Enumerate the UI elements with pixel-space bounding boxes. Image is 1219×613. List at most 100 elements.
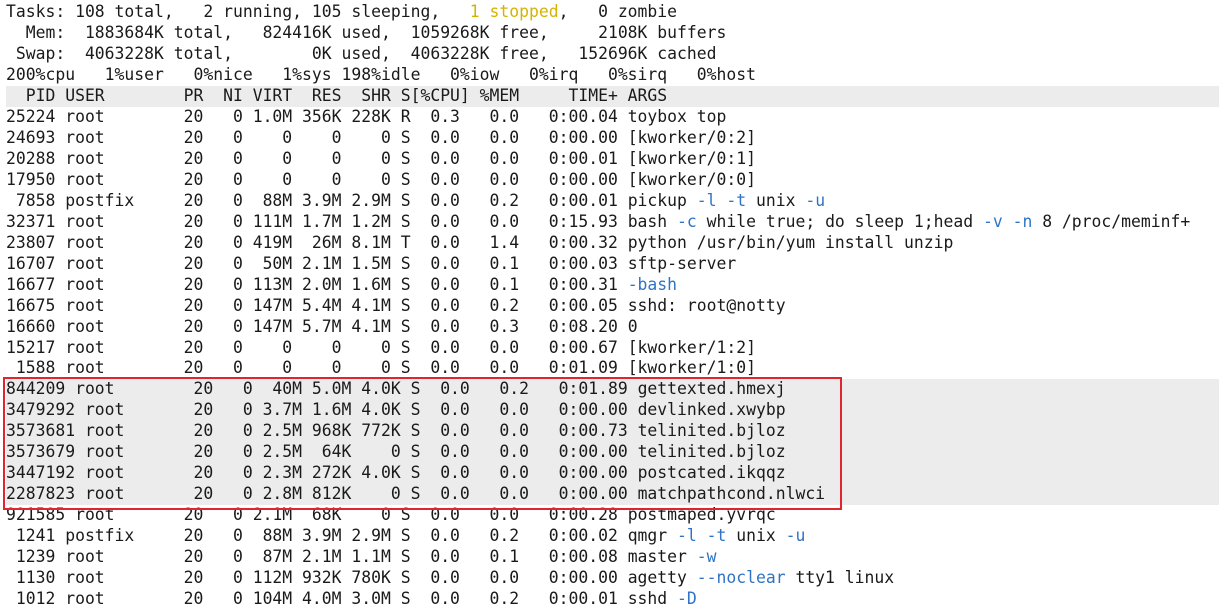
arg-option: --noclear xyxy=(696,568,786,588)
arg-text xyxy=(717,191,727,210)
arg-text: sftp-server xyxy=(627,253,737,273)
arg-text: devlinked.xwybp xyxy=(637,400,786,420)
arg-text: telinited.bjloz xyxy=(637,442,786,462)
process-row: 1588 root 20 0 0 0 0 S 0.0 0.0 0:01.09 [… xyxy=(6,358,1219,379)
arg-text: [kworker/1:0] xyxy=(627,358,756,378)
process-table-header: PID USER PR NI VIRT RES SHR S[%CPU] %MEM… xyxy=(6,85,1219,107)
process-fields: 16660 root 20 0 147M 5.7M 4.1M S 0.0 0.3… xyxy=(6,316,628,336)
arg-option: -bash xyxy=(627,274,678,294)
process-row: 3573679 root 20 0 2.5M 64K 0 S 0.0 0.0 0… xyxy=(6,442,1219,464)
cpu-summary: 200%cpu 1%user 0%nice 1%sys 198%idle 0%i… xyxy=(6,64,756,84)
process-args: toybox top xyxy=(628,107,727,126)
process-fields: 23807 root 20 0 419M 26M 8.1M T 0.0 1.4 … xyxy=(6,232,628,252)
arg-text: toybox top xyxy=(627,106,727,126)
arg-text: matchpathcond.nlwci xyxy=(637,484,826,504)
arg-text: sshd xyxy=(627,589,678,609)
process-args: pickup -l -t unix -u xyxy=(628,191,825,210)
arg-text: unix xyxy=(746,190,806,210)
arg-text xyxy=(697,526,707,545)
process-args: devlinked.xwybp xyxy=(638,400,786,419)
arg-option: -v xyxy=(982,211,1003,231)
process-args: [kworker/0:1] xyxy=(628,149,756,168)
process-args: bash -c while true; do sleep 1;head -v -… xyxy=(628,212,1191,231)
arg-option: -u xyxy=(805,190,826,210)
process-args: master -w xyxy=(628,547,717,566)
process-row: 17950 root 20 0 0 0 0 S 0.0 0.0 0:00.00 … xyxy=(6,170,1219,191)
arg-option: -n xyxy=(1012,211,1033,231)
process-args: gettexted.hmexj xyxy=(638,379,786,398)
arg-text: sshd: root@notty xyxy=(627,295,786,315)
process-fields: 16707 root 20 0 50M 2.1M 1.5M S 0.0 0.1 … xyxy=(6,253,628,273)
process-fields: 15217 root 20 0 0 0 0 S 0.0 0.0 0:00.67 xyxy=(6,337,628,357)
process-row: 3447192 root 20 0 2.3M 272K 4.0K S 0.0 0… xyxy=(6,463,1219,485)
arg-text: postmaped.yvrqc xyxy=(627,505,776,525)
swap-summary: Swap: 4063228K total, 0K used, 4063228K … xyxy=(6,43,717,63)
arg-text: while true; do sleep 1;head xyxy=(696,211,983,231)
arg-text: [kworker/0:0] xyxy=(627,169,756,189)
arg-option: -t xyxy=(706,526,727,546)
arg-option: -c xyxy=(677,211,697,231)
process-row: 1130 root 20 0 112M 932K 780K S 0.0 0.0 … xyxy=(6,568,1219,589)
arg-text: master xyxy=(627,547,697,567)
process-args: agetty --noclear tty1 linux xyxy=(628,568,894,587)
process-fields: 1241 postfix 20 0 88M 3.9M 2.9M S 0.0 0.… xyxy=(6,526,628,546)
process-args: [kworker/0:0] xyxy=(628,170,756,189)
process-row: 25224 root 20 0 1.0M 356K 228K R 0.3 0.0… xyxy=(6,107,1219,128)
process-args: postcated.ikqqz xyxy=(638,463,786,482)
arg-text: [kworker/0:1] xyxy=(627,148,756,168)
process-row: 1239 root 20 0 87M 2.1M 1.1M S 0.0 0.1 0… xyxy=(6,547,1219,568)
top-terminal: Tasks: 108 total, 2 running, 105 sleepin… xyxy=(6,2,1219,610)
arg-text: telinited.bjloz xyxy=(637,421,786,441)
process-row: 1241 postfix 20 0 88M 3.9M 2.9M S 0.0 0.… xyxy=(6,526,1219,547)
process-fields: 1239 root 20 0 87M 2.1M 1.1M S 0.0 0.1 0… xyxy=(6,547,628,567)
process-fields: 844209 root 20 0 40M 5.0M 4.0K S 0.0 0.2… xyxy=(6,379,638,399)
process-fields: 16677 root 20 0 113M 2.0M 1.6M S 0.0 0.1… xyxy=(6,274,628,294)
arg-text: pickup xyxy=(627,190,697,210)
zombie-count: , 0 zombie xyxy=(558,2,678,21)
process-row: 20288 root 20 0 0 0 0 S 0.0 0.0 0:00.01 … xyxy=(6,149,1219,170)
process-row: 3573681 root 20 0 2.5M 968K 772K S 0.0 0… xyxy=(6,421,1219,443)
arg-text: bash xyxy=(627,211,678,231)
process-fields: 7858 postfix 20 0 88M 3.9M 2.9M S 0.0 0.… xyxy=(6,190,628,210)
process-fields: 24693 root 20 0 0 0 0 S 0.0 0.0 0:00.00 xyxy=(6,127,628,147)
process-fields: 3573679 root 20 0 2.5M 64K 0 S 0.0 0.0 0… xyxy=(6,442,638,462)
mem-summary: Mem: 1883684K total, 824416K used, 10592… xyxy=(6,22,727,42)
process-fields: 16675 root 20 0 147M 5.4M 4.1M S 0.0 0.2… xyxy=(6,295,628,315)
arg-text: gettexted.hmexj xyxy=(637,379,786,399)
process-fields: 2287823 root 20 0 2.8M 812K 0 S 0.0 0.0 … xyxy=(6,484,638,504)
arg-text: python /usr/bin/yum install unzip xyxy=(627,232,954,252)
process-fields: 20288 root 20 0 0 0 0 S 0.0 0.0 0:00.01 xyxy=(6,148,628,168)
arg-option: -l xyxy=(696,190,717,210)
process-args: matchpathcond.nlwci xyxy=(638,484,826,503)
arg-text: [kworker/1:2] xyxy=(627,337,756,357)
process-row: 2287823 root 20 0 2.8M 812K 0 S 0.0 0.0 … xyxy=(6,484,1219,506)
arg-text: 8 /proc/meminf+ xyxy=(1032,211,1191,231)
process-row: 16660 root 20 0 147M 5.7M 4.1M S 0.0 0.3… xyxy=(6,317,1219,338)
stopped-count: 1 stopped xyxy=(469,2,559,21)
process-row: 16675 root 20 0 147M 5.4M 4.1M S 0.0 0.2… xyxy=(6,296,1219,317)
arg-text: qmgr xyxy=(627,526,678,546)
process-args: -bash xyxy=(628,275,677,294)
arg-option: -w xyxy=(696,547,717,567)
arg-text: postcated.ikqqz xyxy=(637,463,786,483)
arg-text: tty1 linux xyxy=(785,568,895,588)
process-row: 32371 root 20 0 111M 1.7M 1.2M S 0.0 0.0… xyxy=(6,212,1219,233)
process-args: python /usr/bin/yum install unzip xyxy=(628,233,954,252)
process-args: sshd: root@notty xyxy=(628,296,786,315)
process-row: 844209 root 20 0 40M 5.0M 4.0K S 0.0 0.2… xyxy=(6,379,1219,401)
process-row: 23807 root 20 0 419M 26M 8.1M T 0.0 1.4 … xyxy=(6,233,1219,254)
process-fields: 3479292 root 20 0 3.7M 1.6M 4.0K S 0.0 0… xyxy=(6,400,638,420)
tasks-summary: Tasks: 108 total, 2 running, 105 sleepin… xyxy=(6,2,1219,23)
arg-text: agetty xyxy=(627,568,697,588)
process-row: 7858 postfix 20 0 88M 3.9M 2.9M S 0.0 0.… xyxy=(6,191,1219,212)
process-args: sftp-server xyxy=(628,254,737,273)
process-fields: 3447192 root 20 0 2.3M 272K 4.0K S 0.0 0… xyxy=(6,463,638,483)
arg-option: -t xyxy=(726,190,747,210)
arg-text: unix xyxy=(726,526,786,546)
process-list: 25224 root 20 0 1.0M 356K 228K R 0.3 0.0… xyxy=(6,107,1219,610)
arg-option: -u xyxy=(785,526,806,546)
arg-option: -l xyxy=(677,526,697,546)
process-fields: 32371 root 20 0 111M 1.7M 1.2M S 0.0 0.0… xyxy=(6,211,628,231)
arg-text: 0 xyxy=(627,316,638,336)
process-args: [kworker/0:2] xyxy=(628,128,756,147)
